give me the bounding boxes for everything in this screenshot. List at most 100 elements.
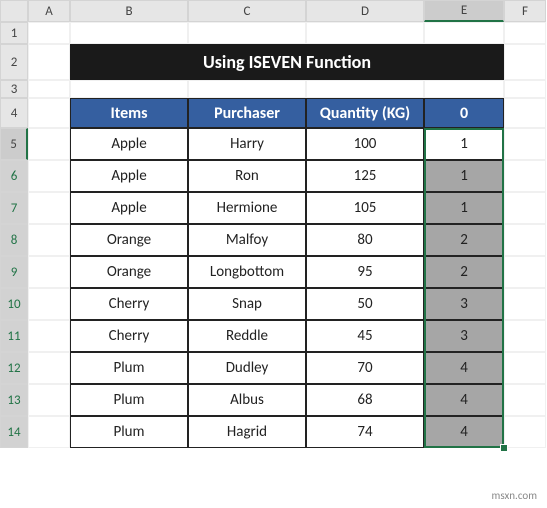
row-4[interactable]: 4: [0, 98, 28, 128]
table-row[interactable]: Plum: [70, 384, 188, 416]
table-row[interactable]: Ron: [188, 160, 306, 192]
table-row[interactable]: Apple: [70, 192, 188, 224]
cell[interactable]: [504, 160, 546, 192]
table-row[interactable]: Albus: [188, 384, 306, 416]
row-13[interactable]: 13: [0, 384, 28, 416]
row-2[interactable]: 2: [0, 44, 28, 80]
cell[interactable]: [504, 80, 546, 98]
table-row[interactable]: Cherry: [70, 288, 188, 320]
table-row[interactable]: 4: [424, 416, 504, 448]
cell[interactable]: [28, 160, 70, 192]
cell[interactable]: [28, 288, 70, 320]
row-8[interactable]: 8: [0, 224, 28, 256]
cell[interactable]: [504, 224, 546, 256]
header-items[interactable]: Items: [70, 98, 188, 128]
select-all-corner[interactable]: [0, 0, 28, 22]
cell[interactable]: [28, 128, 70, 160]
col-A[interactable]: A: [28, 0, 70, 22]
header-quantity[interactable]: Quantity (KG): [306, 98, 424, 128]
cell[interactable]: [188, 22, 306, 44]
row-5[interactable]: 5: [0, 128, 28, 160]
cell[interactable]: [504, 22, 546, 44]
row-10[interactable]: 10: [0, 288, 28, 320]
row-14[interactable]: 14: [0, 416, 28, 448]
cell[interactable]: [504, 320, 546, 352]
table-row[interactable]: 4: [424, 384, 504, 416]
cell[interactable]: [504, 384, 546, 416]
table-row[interactable]: 1: [424, 160, 504, 192]
header-group[interactable]: 0: [424, 98, 504, 128]
cell[interactable]: [504, 352, 546, 384]
cell[interactable]: [188, 80, 306, 98]
row-11[interactable]: 11: [0, 320, 28, 352]
cell[interactable]: [70, 22, 188, 44]
col-F[interactable]: F: [504, 0, 546, 22]
cell[interactable]: [70, 80, 188, 98]
cell[interactable]: [28, 224, 70, 256]
table-row[interactable]: 95: [306, 256, 424, 288]
row-1[interactable]: 1: [0, 22, 28, 44]
table-row[interactable]: 1: [424, 128, 504, 160]
cell[interactable]: [424, 80, 504, 98]
table-row[interactable]: 3: [424, 320, 504, 352]
table-row[interactable]: Orange: [70, 224, 188, 256]
table-row[interactable]: 70: [306, 352, 424, 384]
cell[interactable]: [504, 192, 546, 224]
col-D[interactable]: D: [306, 0, 424, 22]
col-E[interactable]: E: [424, 0, 504, 22]
table-row[interactable]: Malfoy: [188, 224, 306, 256]
cell[interactable]: [28, 320, 70, 352]
table-row[interactable]: Cherry: [70, 320, 188, 352]
table-row[interactable]: Plum: [70, 352, 188, 384]
table-row[interactable]: 125: [306, 160, 424, 192]
cell[interactable]: [504, 416, 546, 448]
table-row[interactable]: 2: [424, 224, 504, 256]
table-row[interactable]: 50: [306, 288, 424, 320]
table-row[interactable]: 100: [306, 128, 424, 160]
table-row[interactable]: 3: [424, 288, 504, 320]
cell[interactable]: [306, 22, 424, 44]
fill-handle[interactable]: [500, 444, 508, 452]
table-row[interactable]: Apple: [70, 160, 188, 192]
table-row[interactable]: 4: [424, 352, 504, 384]
cell[interactable]: [504, 128, 546, 160]
col-C[interactable]: C: [188, 0, 306, 22]
cell[interactable]: [504, 98, 546, 128]
cell[interactable]: [28, 80, 70, 98]
row-6[interactable]: 6: [0, 160, 28, 192]
table-row[interactable]: Hermione: [188, 192, 306, 224]
cell[interactable]: [28, 192, 70, 224]
cell[interactable]: [28, 256, 70, 288]
row-7[interactable]: 7: [0, 192, 28, 224]
cell[interactable]: [504, 288, 546, 320]
cell[interactable]: [424, 22, 504, 44]
row-9[interactable]: 9: [0, 256, 28, 288]
cell[interactable]: [504, 256, 546, 288]
cell[interactable]: [504, 44, 546, 80]
cell[interactable]: [28, 44, 70, 80]
table-row[interactable]: Apple: [70, 128, 188, 160]
table-row[interactable]: Snap: [188, 288, 306, 320]
cell[interactable]: [306, 80, 424, 98]
table-row[interactable]: 45: [306, 320, 424, 352]
cell[interactable]: [28, 22, 70, 44]
table-row[interactable]: 68: [306, 384, 424, 416]
table-row[interactable]: 1: [424, 192, 504, 224]
header-purchaser[interactable]: Purchaser: [188, 98, 306, 128]
table-row[interactable]: Harry: [188, 128, 306, 160]
cell[interactable]: [28, 98, 70, 128]
row-3[interactable]: 3: [0, 80, 28, 98]
table-row[interactable]: 2: [424, 256, 504, 288]
title-cell[interactable]: Using ISEVEN Function: [70, 44, 504, 80]
table-row[interactable]: Reddle: [188, 320, 306, 352]
table-row[interactable]: 105: [306, 192, 424, 224]
table-row[interactable]: 80: [306, 224, 424, 256]
col-B[interactable]: B: [70, 0, 188, 22]
table-row[interactable]: 74: [306, 416, 424, 448]
cell[interactable]: [28, 384, 70, 416]
table-row[interactable]: Plum: [70, 416, 188, 448]
cell[interactable]: [28, 352, 70, 384]
row-12[interactable]: 12: [0, 352, 28, 384]
table-row[interactable]: Longbottom: [188, 256, 306, 288]
table-row[interactable]: Orange: [70, 256, 188, 288]
